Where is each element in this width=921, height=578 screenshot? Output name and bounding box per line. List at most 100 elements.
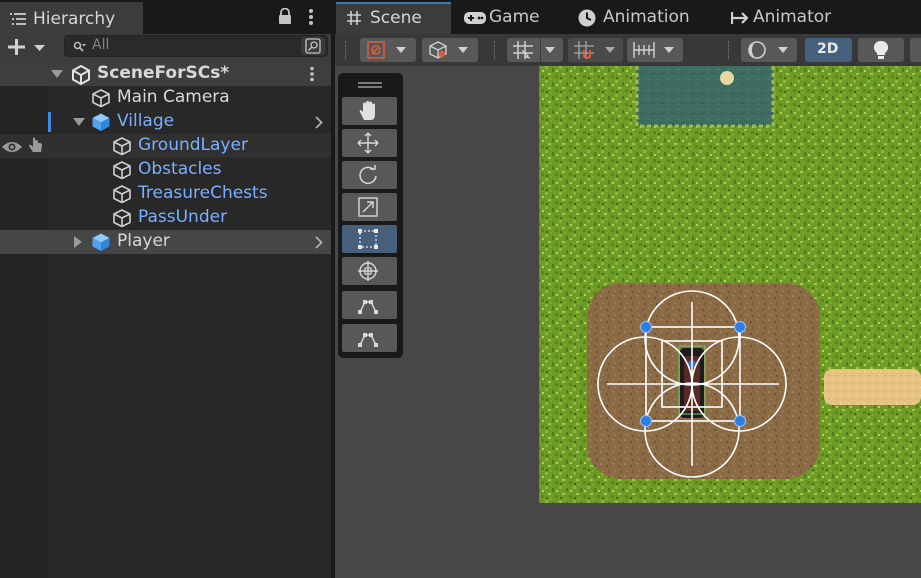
state-machine-icon (731, 12, 749, 24)
hierarchy-item-label: Main Camera (117, 87, 230, 107)
geometry-edit-icon (358, 333, 378, 347)
scene-search-icon (305, 38, 321, 54)
rotate-icon (359, 165, 377, 185)
hierarchy-item-player[interactable]: Player (0, 230, 331, 254)
toolbar-grip (494, 41, 497, 59)
expand-arrow-icon[interactable] (51, 70, 63, 79)
gameobject-icon (113, 185, 131, 204)
tilemap-canvas (539, 66, 921, 503)
hierarchy-item-groundlayer[interactable]: GroundLayer (0, 134, 331, 158)
search-by-type-button[interactable] (301, 37, 325, 55)
scene-toolbar: 2D (335, 34, 921, 66)
snap-increment-dropdown[interactable] (627, 38, 683, 62)
tab-game-label: Game (489, 7, 540, 27)
cube-local-icon (429, 41, 447, 59)
scene-root-row[interactable]: SceneForSCs* (0, 62, 331, 86)
transform-tool-button[interactable] (342, 257, 397, 285)
pivot-rect-icon (367, 41, 385, 59)
chevron-down-icon (545, 47, 555, 53)
search-icon (73, 41, 86, 52)
hierarchy-item-label: Obstacles (138, 159, 222, 179)
search-field[interactable]: All (64, 35, 328, 57)
chevron-down-icon (778, 47, 788, 53)
tab-animator[interactable]: Animator (724, 2, 854, 34)
toggle-2d-button[interactable]: 2D (805, 38, 852, 62)
hierarchy-item-label: Village (117, 111, 175, 131)
tab-scene[interactable]: Scene (336, 2, 451, 34)
tab-animation[interactable]: Animation (570, 2, 720, 34)
scene-menu-icon[interactable] (309, 66, 315, 82)
prefab-icon (92, 233, 110, 251)
prefab-icon (92, 113, 110, 131)
search-placeholder: All (92, 37, 110, 53)
hierarchy-item-passunder[interactable]: PassUnder (0, 206, 331, 230)
scene-viewport[interactable] (335, 66, 921, 578)
chevron-down-icon (605, 47, 615, 53)
tab-animator-label: Animator (753, 7, 832, 27)
grid-hash-icon (347, 11, 361, 25)
hand-icon (359, 101, 375, 120)
ruler-icon (633, 42, 655, 58)
gameobject-icon (113, 161, 131, 180)
audio-toggle-button[interactable] (910, 38, 921, 62)
lock-icon[interactable] (278, 8, 292, 25)
move-tool-button[interactable] (342, 129, 397, 157)
gizmo-mode-dropdown[interactable] (422, 38, 478, 62)
visibility-eye-icon[interactable] (1, 140, 23, 154)
hierarchy-item-label: GroundLayer (138, 135, 248, 155)
rect-tool-button[interactable] (342, 225, 397, 253)
view-tool-button[interactable] (342, 97, 397, 125)
custom-tool-button-2[interactable] (342, 324, 397, 352)
list-icon (10, 13, 26, 25)
chevron-down-icon (396, 47, 406, 53)
hierarchy-item-label: TreasureChests (138, 183, 268, 203)
gameobject-icon (92, 89, 110, 108)
open-prefab-arrow-icon[interactable] (315, 116, 323, 129)
toggle-2d-label: 2D (817, 41, 839, 57)
unity-scene-icon (72, 65, 90, 85)
collapsed-arrow-icon[interactable] (74, 236, 83, 248)
draw-mode-dropdown[interactable] (360, 38, 416, 62)
increment-snap-dropdown[interactable] (568, 38, 623, 62)
selection-indicator (48, 112, 51, 132)
gameobject-icon (113, 137, 131, 156)
clock-icon (578, 9, 596, 27)
gameobject-icon (113, 209, 131, 228)
more-options-icon[interactable] (308, 8, 314, 26)
toolbar-grip (345, 41, 348, 59)
shading-mode-dropdown[interactable] (741, 38, 797, 62)
overlay-grip[interactable] (358, 82, 382, 84)
snap-magnet-icon (574, 41, 594, 59)
pickability-hand-icon[interactable] (27, 137, 45, 155)
sand-path (824, 369, 921, 405)
rotate-tool-button[interactable] (342, 161, 397, 189)
hierarchy-item-village[interactable]: Village (0, 110, 331, 134)
hierarchy-item-treasurechests[interactable]: TreasureChests (0, 182, 331, 206)
grid-snapping-dropdown[interactable] (507, 38, 563, 62)
bone-edit-icon (358, 300, 378, 314)
pond-tiles (637, 66, 773, 126)
shaded-sphere-icon (748, 41, 766, 59)
lightbulb-icon (873, 40, 889, 59)
grid-visibility-icon (513, 41, 533, 59)
scale-tool-button[interactable] (342, 193, 397, 221)
scale-icon (358, 197, 378, 217)
hierarchy-item-obstacles[interactable]: Obstacles (0, 158, 331, 182)
custom-tool-button[interactable] (342, 291, 397, 319)
expand-arrow-icon[interactable] (73, 118, 85, 127)
gamepad-icon (464, 12, 486, 24)
tab-game[interactable]: Game (455, 2, 567, 34)
tab-hierarchy[interactable]: Hierarchy (0, 2, 143, 34)
transform-icon (358, 261, 378, 281)
chevron-down-icon (458, 47, 468, 53)
tools-overlay (338, 73, 403, 358)
hierarchy-item-main-camera[interactable]: Main Camera (0, 86, 331, 110)
lighting-toggle-button[interactable] (858, 38, 904, 62)
move-arrows-icon (357, 132, 379, 154)
scene-name: SceneForSCs* (97, 63, 230, 83)
hierarchy-panel: Hierarchy All SceneForSCs* Main Camera V… (0, 0, 921, 578)
rect-tool-icon (358, 229, 378, 249)
add-object-dropdown[interactable] (8, 38, 46, 56)
open-prefab-arrow-icon[interactable] (315, 236, 323, 249)
toolbar-grip (728, 41, 731, 59)
